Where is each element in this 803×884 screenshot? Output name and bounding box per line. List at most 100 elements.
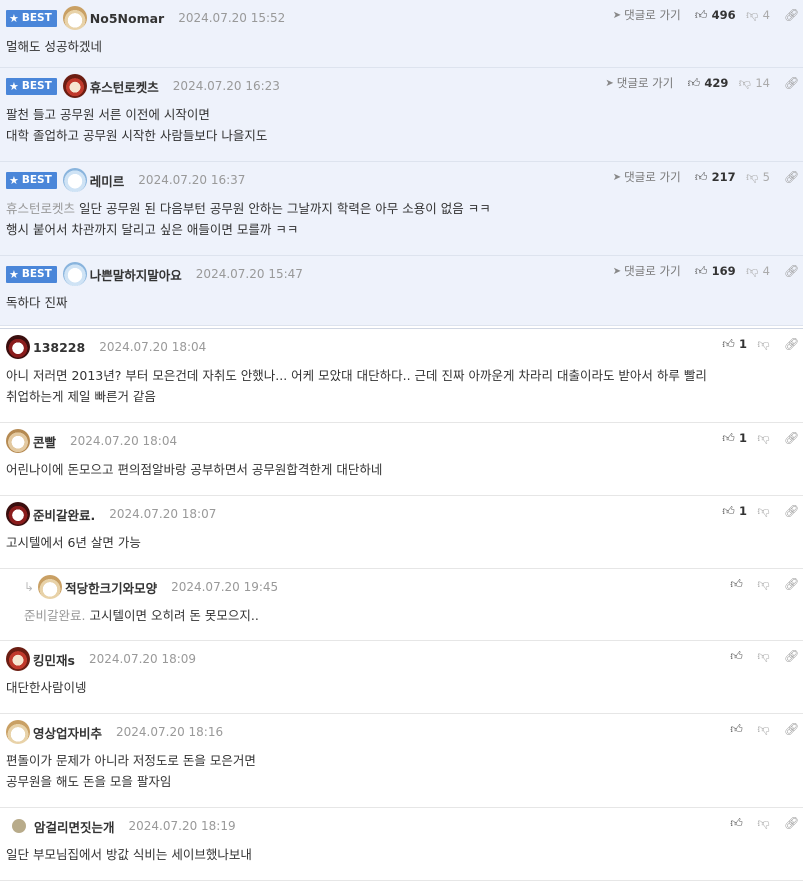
comment-date: 2024.07.20 18:04: [99, 340, 207, 354]
thumbs-down-icon[interactable]: 👎︎: [757, 431, 770, 446]
downvote-count: 4: [762, 8, 770, 22]
comment-date: 2024.07.20 18:19: [128, 819, 236, 833]
comment: 영상업자비추 2024.07.20 18:16 👍︎ 👎︎ 🔗︎ 편돌이가 문제…: [0, 714, 803, 808]
link-icon[interactable]: 🔗︎: [784, 649, 799, 663]
comment-date: 2024.07.20 18:09: [88, 652, 197, 666]
author-nick[interactable]: 영상업자비추: [33, 723, 102, 742]
thumbs-down-icon[interactable]: 👎︎: [757, 504, 770, 519]
thumbs-down-icon[interactable]: 👎︎: [757, 722, 770, 737]
thumbs-down-icon[interactable]: 👎︎: [738, 76, 751, 91]
comment-body: 휴스턴로켓츠 일단 공무원 된 다음부턴 공무원 안하는 그날까지 학력은 아무 …: [6, 201, 491, 237]
goto-reply-link[interactable]: ➤ 댓글로 가기: [613, 7, 681, 23]
comment-body: 대단한사람이넹: [6, 680, 87, 695]
comment-body: 편돌이가 문제가 아니라 저정도로 돈을 모은거면 공무원을 해도 돈을 모을 …: [6, 753, 256, 789]
author-nick[interactable]: 준비갈완료.: [33, 505, 95, 524]
comment-body: 독하다 진짜: [6, 295, 68, 310]
dog-avatar[interactable]: [6, 720, 30, 744]
thumbs-down-icon[interactable]: 👎︎: [746, 264, 759, 279]
upvote-count: 1: [738, 431, 747, 445]
comment-body: 고시텔에서 6년 살면 가능: [6, 535, 141, 550]
pup-avatar[interactable]: [6, 335, 30, 359]
thumbs-up-icon[interactable]: 👍︎: [695, 264, 708, 279]
thumbs-down-icon[interactable]: 👎︎: [746, 170, 759, 185]
link-icon[interactable]: 🔗︎: [784, 8, 799, 22]
link-icon[interactable]: 🔗︎: [784, 577, 799, 591]
thumbs-up-icon[interactable]: 👍︎: [687, 76, 701, 91]
thumbs-up-icon[interactable]: 👍︎: [730, 816, 743, 831]
link-icon[interactable]: 🔗︎: [784, 722, 799, 736]
mention-link[interactable]: 준비갈완료.: [24, 608, 85, 623]
link-icon[interactable]: 🔗︎: [784, 264, 799, 278]
comment-date: 2024.07.20 15:47: [195, 267, 303, 281]
author-nick[interactable]: No5Nomar: [90, 11, 164, 26]
polar-avatar[interactable]: [62, 262, 87, 286]
link-icon[interactable]: 🔗︎: [784, 816, 799, 830]
upvote-count: 169: [711, 264, 736, 278]
comment-date: 2024.07.20 15:52: [178, 11, 286, 25]
goto-reply-link[interactable]: ➤ 댓글로 가기: [605, 75, 673, 91]
upvote-count: 1: [738, 504, 747, 518]
best-comment: ★ BEST 나쁜말하지말아요 2024.07.20 15:47 ➤ 댓글로 가기 …: [0, 256, 803, 326]
author-nick[interactable]: 콘빨: [33, 432, 56, 451]
polar-avatar[interactable]: [62, 168, 87, 192]
upvote-count: 217: [711, 170, 736, 184]
link-icon[interactable]: 🔗︎: [784, 76, 799, 90]
goto-reply-link[interactable]: ➤ 댓글로 가기: [613, 169, 681, 185]
thumbs-up-icon[interactable]: 👍︎: [730, 649, 743, 664]
arrow-icon: ➤: [612, 9, 622, 21]
author-nick[interactable]: 암걸리면짓는개: [34, 817, 115, 836]
small-avatar[interactable]: [6, 429, 30, 453]
reply-arrow-icon: ↳: [24, 580, 35, 594]
best-badge: ★ BEST: [6, 171, 57, 189]
comment-list: ★ BEST No5Nomar 2024.07.20 15:52 ➤ 댓글로 가기 …: [0, 0, 803, 881]
ball-avatar[interactable]: [12, 819, 26, 833]
author-nick[interactable]: 휴스턴로켓츠: [90, 77, 159, 96]
star-icon: ★: [9, 79, 19, 93]
best-comment: ★ BEST 레미르 2024.07.20 16:37 ➤ 댓글로 가기 👍︎ 217…: [0, 162, 803, 256]
mention-link[interactable]: 휴스턴로켓츠: [6, 201, 75, 216]
thumbs-down-icon[interactable]: 👎︎: [746, 8, 759, 23]
author-nick[interactable]: 킹민재s: [33, 650, 75, 669]
thumbs-up-icon[interactable]: 👍︎: [695, 170, 708, 185]
star-icon: ★: [9, 173, 19, 187]
link-icon[interactable]: 🔗︎: [784, 170, 799, 184]
dog-avatar[interactable]: [62, 6, 87, 30]
thumbs-down-icon[interactable]: 👎︎: [757, 649, 770, 664]
thumbs-up-icon[interactable]: 👍︎: [722, 504, 735, 519]
best-badge: ★ BEST: [6, 77, 57, 95]
comment-body: 일단 부모님집에서 방값 식비는 세이브했나보내: [6, 847, 252, 862]
thumbs-down-icon[interactable]: 👎︎: [757, 577, 770, 592]
thumbs-up-icon[interactable]: 👍︎: [730, 722, 743, 737]
lion-avatar[interactable]: [62, 74, 87, 98]
thumbs-up-icon[interactable]: 👍︎: [722, 431, 735, 446]
comment-date: 2024.07.20 18:16: [116, 725, 224, 739]
comment-body: 멀해도 성공하겠네: [6, 39, 102, 54]
author-nick[interactable]: 적당한크기와모양: [65, 578, 157, 597]
downvote-count: 5: [762, 170, 770, 184]
thumbs-down-icon[interactable]: 👎︎: [757, 816, 770, 831]
comment-date: 2024.07.20 16:37: [138, 173, 246, 187]
goto-reply-link[interactable]: ➤ 댓글로 가기: [613, 263, 681, 279]
author-nick[interactable]: 나쁜말하지말아요: [90, 265, 182, 284]
best-badge: ★ BEST: [6, 9, 57, 27]
arrow-icon: ➤: [612, 171, 622, 183]
best-comment: ★ BEST 휴스턴로켓츠 2024.07.20 16:23 ➤ 댓글로 가기 👍︎…: [0, 68, 803, 162]
link-icon[interactable]: 🔗︎: [784, 337, 799, 351]
link-icon[interactable]: 🔗︎: [784, 504, 799, 518]
downvote-count: 14: [755, 76, 770, 90]
thumbs-up-icon[interactable]: 👍︎: [695, 8, 708, 23]
pup-avatar[interactable]: [6, 502, 30, 526]
arrow-icon: ➤: [612, 265, 622, 277]
best-badge: ★ BEST: [6, 265, 57, 283]
upvote-count: 1: [738, 337, 747, 351]
lion-avatar[interactable]: [6, 647, 30, 671]
link-icon[interactable]: 🔗︎: [784, 431, 799, 445]
author-nick[interactable]: 138228: [33, 340, 85, 355]
comment-date: 2024.07.20 18:07: [109, 507, 217, 521]
comment: 138228 2024.07.20 18:04 👍︎ 1 👎︎ 🔗︎ 아니 저러면…: [0, 329, 803, 423]
thumbs-down-icon[interactable]: 👎︎: [757, 337, 770, 352]
dog-avatar[interactable]: [38, 575, 63, 599]
author-nick[interactable]: 레미르: [90, 171, 125, 190]
thumbs-up-icon[interactable]: 👍︎: [722, 337, 735, 352]
thumbs-up-icon[interactable]: 👍︎: [730, 577, 743, 592]
